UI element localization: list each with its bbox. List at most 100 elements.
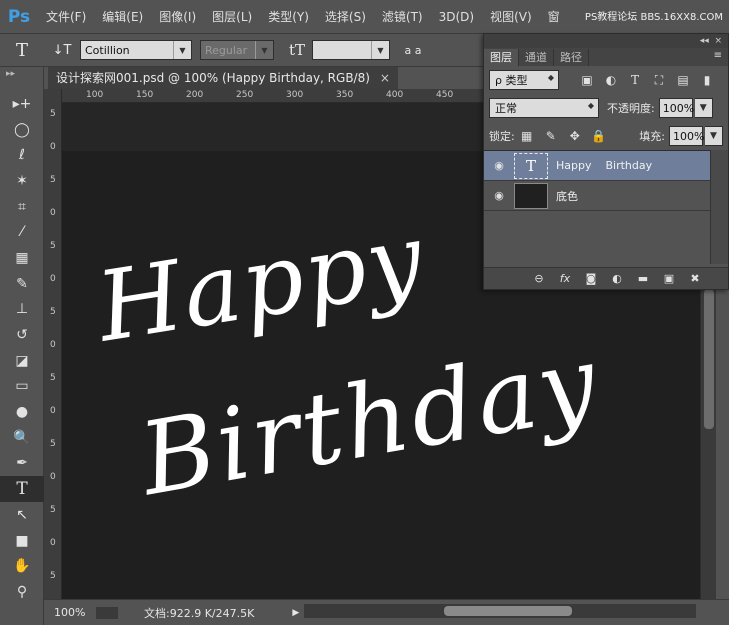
font-family-select[interactable]: Cotillion ▼ [80,40,192,60]
shape-filter-icon[interactable]: ⛶ [647,73,671,88]
chevron-down-icon: ▼ [255,41,273,59]
new-layer-icon[interactable]: ▣ [656,272,682,285]
move-tool-icon[interactable]: ▸+ [0,91,44,117]
menu-edit[interactable]: 编辑(E) [94,0,151,34]
canvas-text-birthday[interactable]: Birthday [132,323,607,518]
panel-menu-icon[interactable]: ≡ [714,50,722,61]
scroll-thumb[interactable] [444,606,572,616]
layer-row[interactable]: ◉ 底色 [484,181,710,211]
panel-tabs: 图层 通道 路径 ≡ [484,48,728,66]
document-tab[interactable]: 设计探索网001.psd @ 100% (Happy Birthday, RGB… [48,67,398,89]
document-size: 文档:922.9 K/247.5K [144,606,255,620]
filter-toggle-icon[interactable]: ▮ [695,73,719,87]
menu-window[interactable]: 窗 [540,0,568,34]
eraser-tool-icon[interactable]: ◪ [0,348,44,374]
hand-tool-icon[interactable]: ✋ [0,553,44,579]
canvas-text-happy[interactable]: Happy [90,202,432,364]
close-icon[interactable]: × [380,71,390,85]
tab-paths[interactable]: 路径 [554,49,589,66]
menu-select[interactable]: 选择(S) [317,0,374,34]
brush-tool-icon[interactable]: ✎ [0,271,44,297]
healing-brush-tool-icon[interactable]: ▦ [0,245,44,271]
new-group-icon[interactable]: ▬ [630,272,656,285]
smart-object-filter-icon[interactable]: ▤ [671,73,695,87]
lasso-tool-icon[interactable]: ℓ [0,142,44,168]
magic-wand-tool-icon[interactable]: ✶ [0,168,44,194]
layers-panel-footer: ⊖ fx ◙ ◐ ▬ ▣ ✖ [484,267,728,289]
status-preview-icon [96,606,118,619]
fill-dropdown-icon[interactable]: ▼ [705,126,723,146]
path-selection-tool-icon[interactable]: ↖ [0,502,44,528]
menu-file[interactable]: 文件(F) [38,0,94,34]
ruler-tick-label: 0 [50,340,56,350]
link-layers-icon[interactable]: ⊖ [526,272,552,285]
menu-3d[interactable]: 3D(D) [431,0,482,34]
clone-stamp-tool-icon[interactable]: ⊥ [0,297,44,323]
type-tool-preset[interactable]: T [0,34,44,67]
crop-tool-icon[interactable]: ⌗ [0,194,44,220]
pixel-filter-icon[interactable]: ▣ [575,73,599,87]
panel-top-bar: ◂◂ × [484,34,728,48]
zoom-level[interactable]: 100% [44,606,88,619]
status-menu-arrow-icon[interactable]: ▶ [292,608,299,618]
opacity-dropdown-icon[interactable]: ▼ [694,98,713,118]
lock-all-icon[interactable]: 🔒 [587,129,611,143]
layer-mask-icon[interactable]: ◙ [578,272,604,285]
vertical-ruler: 5050505050505050 [44,89,62,614]
close-icon[interactable]: × [714,36,722,46]
font-style-select[interactable]: Regular ▼ [200,40,274,60]
horizontal-scrollbar[interactable] [304,604,696,618]
type-filter-icon[interactable]: T [623,73,647,87]
font-style-value: Regular [205,43,248,57]
lock-row: 锁定: ▦ ✎ ✥ 🔒 填充: 100% ▼ [484,122,728,150]
layer-thumbnail [514,182,548,209]
menu-image[interactable]: 图像(I) [151,0,204,34]
opacity-field[interactable]: 100% [658,98,694,118]
lock-image-icon[interactable]: ✎ [539,129,563,143]
pen-tool-icon[interactable]: ✒ [0,451,44,477]
scroll-thumb[interactable] [704,289,714,429]
layers-scrollbar[interactable] [710,150,728,264]
history-brush-tool-icon[interactable]: ↺ [0,322,44,348]
rectangle-tool-icon[interactable]: ■ [0,528,44,554]
lock-transparent-icon[interactable]: ▦ [515,129,539,143]
ruler-tick-label: 5 [50,571,56,581]
layer-name: Happy Birthday [556,159,653,172]
layer-row[interactable]: ◉ T Happy Birthday [484,151,710,181]
panel-grip-icon[interactable]: ▸▸ [0,67,43,91]
ruler-tick-label: 0 [50,208,56,218]
menu-bar: Ps 文件(F) 编辑(E) 图像(I) 图层(L) 类型(Y) 选择(S) 滤… [0,0,729,34]
font-size-select[interactable]: ▼ [312,40,390,60]
font-family-value: Cotillion [85,43,130,57]
fill-field[interactable]: 100% [669,126,704,146]
menu-filter[interactable]: 滤镜(T) [374,0,431,34]
lock-position-icon[interactable]: ✥ [563,129,587,143]
blur-tool-icon[interactable]: ● [0,399,44,425]
marquee-tool-icon[interactable]: ◯ [0,117,44,143]
ruler-tick-label: 100 [86,90,104,100]
dodge-tool-icon[interactable]: 🔍 [0,425,44,451]
type-layer-thumbnail: T [514,152,548,179]
ruler-tick-label: 0 [50,142,56,152]
ruler-tick-label: 0 [50,472,56,482]
blend-mode-select[interactable]: 正常 ◆ [489,98,599,118]
layer-filter-select[interactable]: ρ 类型 ◆ [489,70,559,90]
adjustment-layer-icon[interactable]: ◐ [604,272,630,285]
visibility-eye-icon[interactable]: ◉ [484,159,514,172]
delete-layer-icon[interactable]: ✖ [682,272,708,285]
tab-layers[interactable]: 图层 [484,49,519,66]
tab-channels[interactable]: 通道 [519,49,554,66]
menu-view[interactable]: 视图(V) [482,0,540,34]
gradient-tool-icon[interactable]: ▭ [0,374,44,400]
text-orientation-icon[interactable]: ↓T [44,34,80,67]
type-tool-icon[interactable]: T [0,476,44,502]
blend-row: 正常 ◆ 不透明度: 100% ▼ [484,94,728,122]
layer-style-icon[interactable]: fx [552,272,578,285]
eyedropper-tool-icon[interactable]: ⁄ [0,219,44,245]
zoom-tool-icon[interactable]: ⚲ [0,579,44,605]
visibility-eye-icon[interactable]: ◉ [484,189,514,202]
collapse-icon[interactable]: ◂◂ [700,36,715,46]
adjustment-filter-icon[interactable]: ◐ [599,73,623,87]
menu-layer[interactable]: 图层(L) [204,0,260,34]
menu-type[interactable]: 类型(Y) [260,0,317,34]
